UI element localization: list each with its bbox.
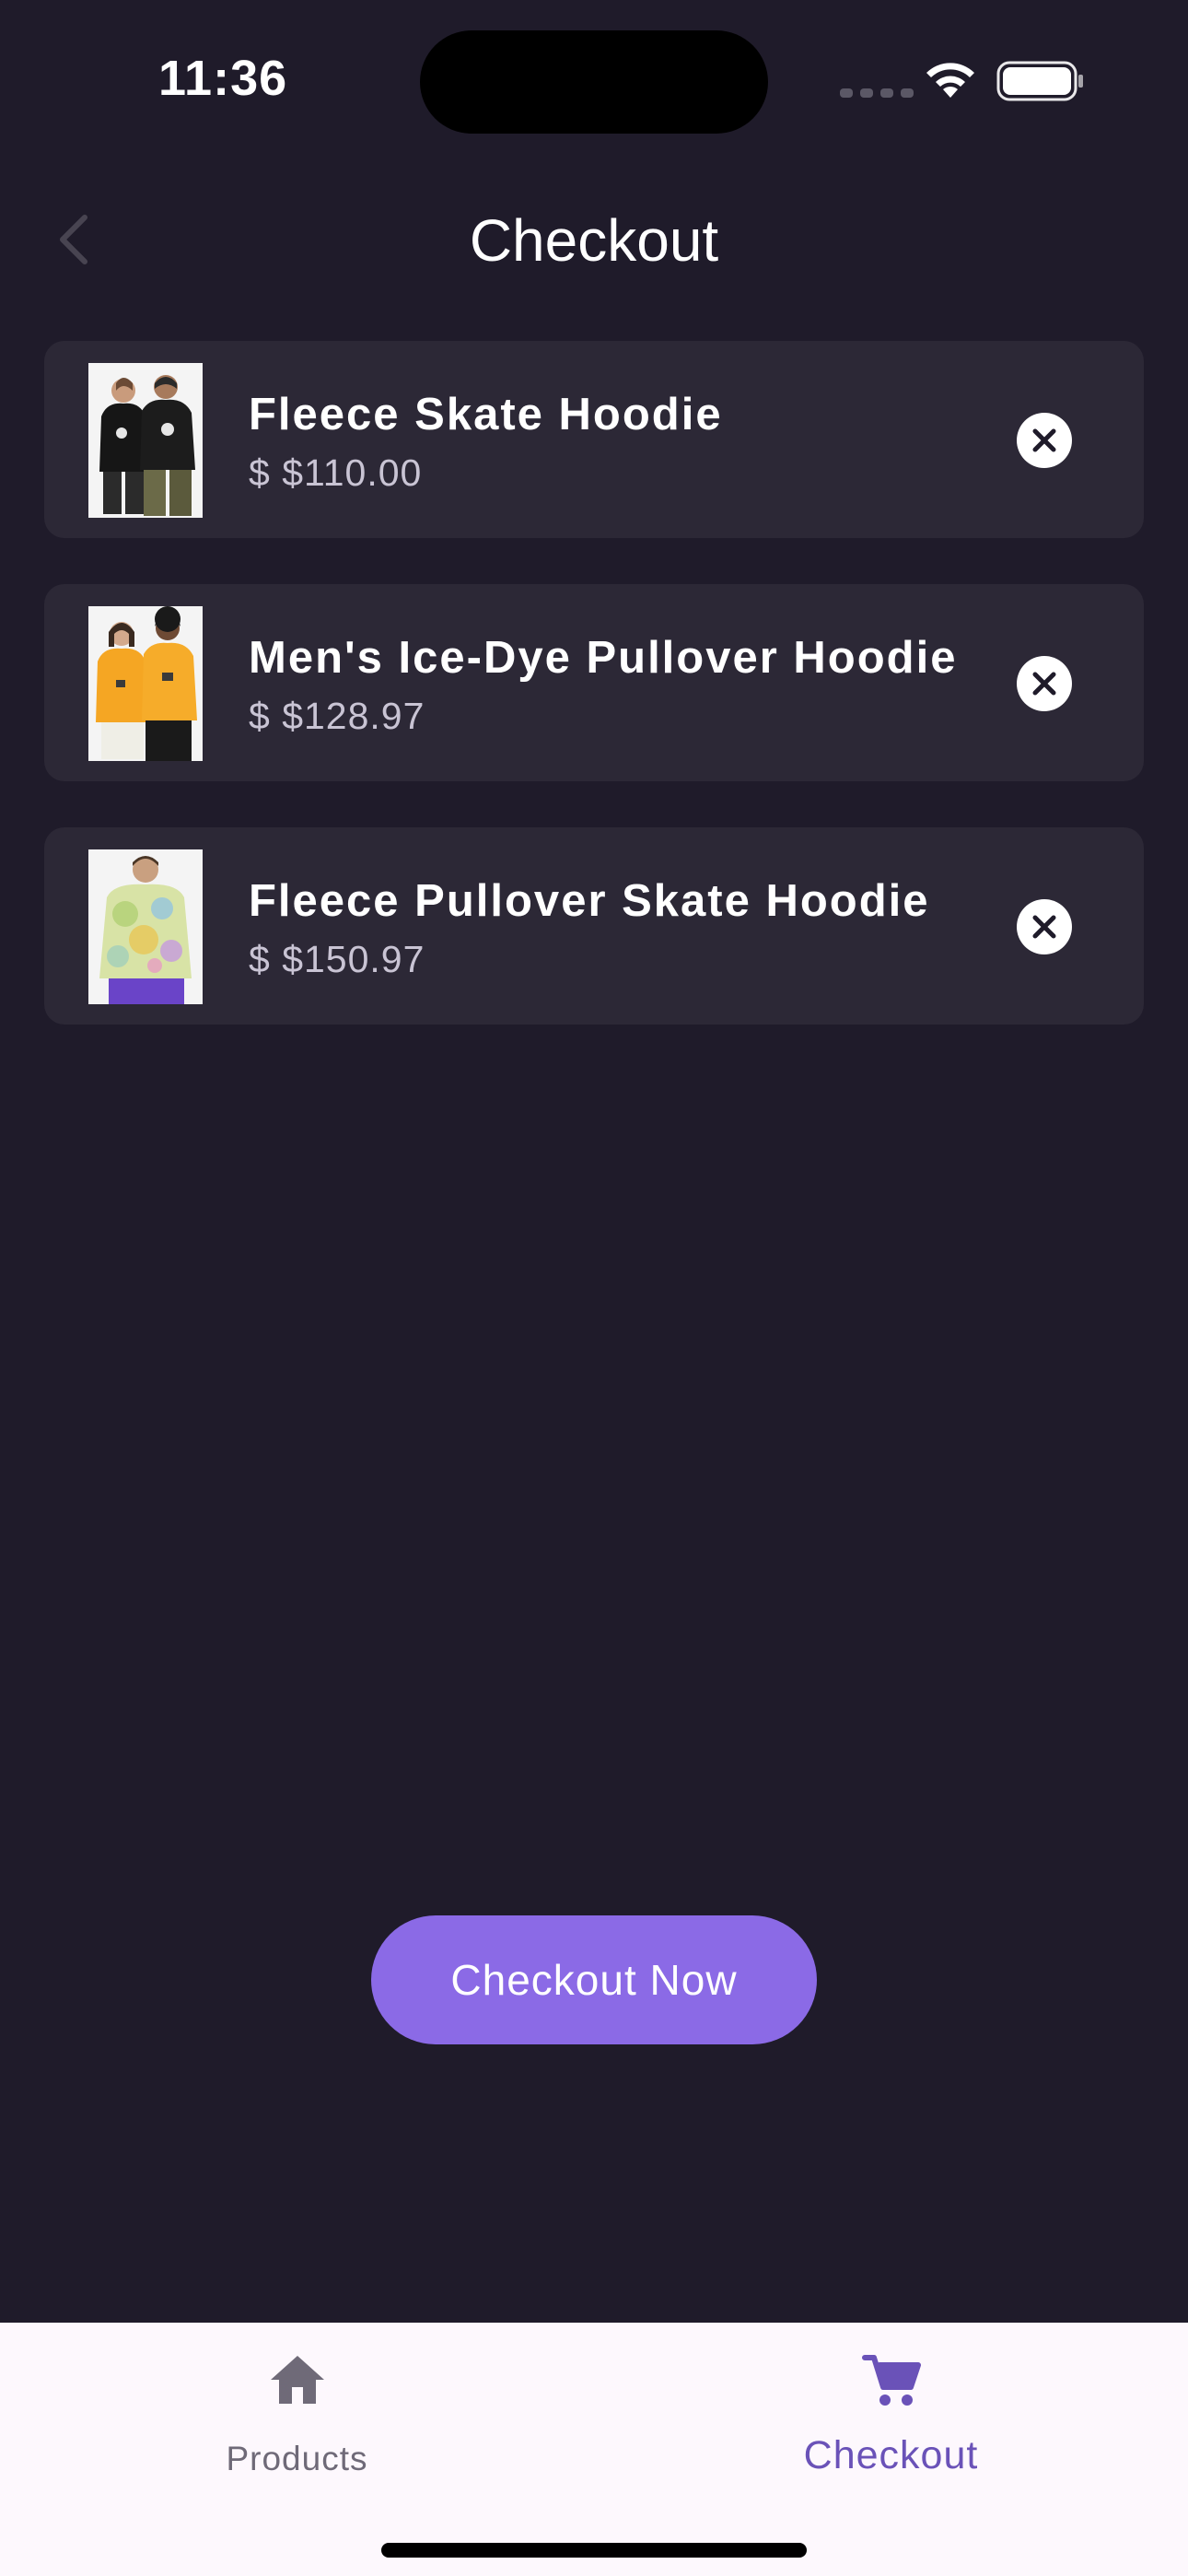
home-icon	[271, 2356, 324, 2404]
product-image	[88, 849, 203, 1004]
home-indicator	[381, 2543, 807, 2558]
status-bar: 11:36	[0, 0, 1188, 157]
remove-item-button[interactable]	[1017, 656, 1072, 711]
page-title: Checkout	[469, 207, 719, 274]
signal-icon	[840, 88, 914, 98]
close-icon	[1032, 428, 1056, 452]
cart-item: Fleece Skate Hoodie $ $110.00	[44, 341, 1144, 538]
close-icon	[1032, 672, 1056, 696]
status-time: 11:36	[158, 51, 288, 106]
dynamic-island	[420, 30, 768, 134]
product-image	[88, 606, 203, 761]
item-price: $ $128.97	[249, 695, 425, 737]
item-price: $ $150.97	[249, 938, 425, 980]
wifi-icon	[926, 63, 974, 98]
nav-item-products[interactable]: Products	[0, 2323, 594, 2507]
remove-item-button[interactable]	[1017, 899, 1072, 954]
cart-item: Fleece Pullover Skate Hoodie $ $150.97	[44, 827, 1144, 1025]
cart-item: Men's Ice-Dye Pullover Hoodie $ $128.97	[44, 584, 1144, 781]
close-icon	[1032, 915, 1056, 939]
nav-label-products: Products	[226, 2440, 368, 2477]
item-name: Fleece Pullover Skate Hoodie	[249, 876, 930, 926]
item-name: Men's Ice-Dye Pullover Hoodie	[249, 633, 958, 683]
battery-icon	[996, 61, 1083, 101]
cart-icon	[862, 2355, 921, 2406]
checkout-now-button[interactable]: Checkout Now	[371, 1915, 817, 2044]
item-name: Fleece Skate Hoodie	[249, 390, 723, 439]
bottom-nav: Products Checkout	[0, 2323, 1188, 2576]
product-image	[88, 363, 203, 518]
remove-item-button[interactable]	[1017, 413, 1072, 468]
nav-item-checkout[interactable]: Checkout	[594, 2323, 1188, 2507]
cart-list: Fleece Skate Hoodie $ $110.00 Men's Ice-…	[44, 341, 1144, 1071]
item-price: $ $110.00	[249, 451, 423, 494]
nav-label-checkout: Checkout	[803, 2433, 979, 2477]
